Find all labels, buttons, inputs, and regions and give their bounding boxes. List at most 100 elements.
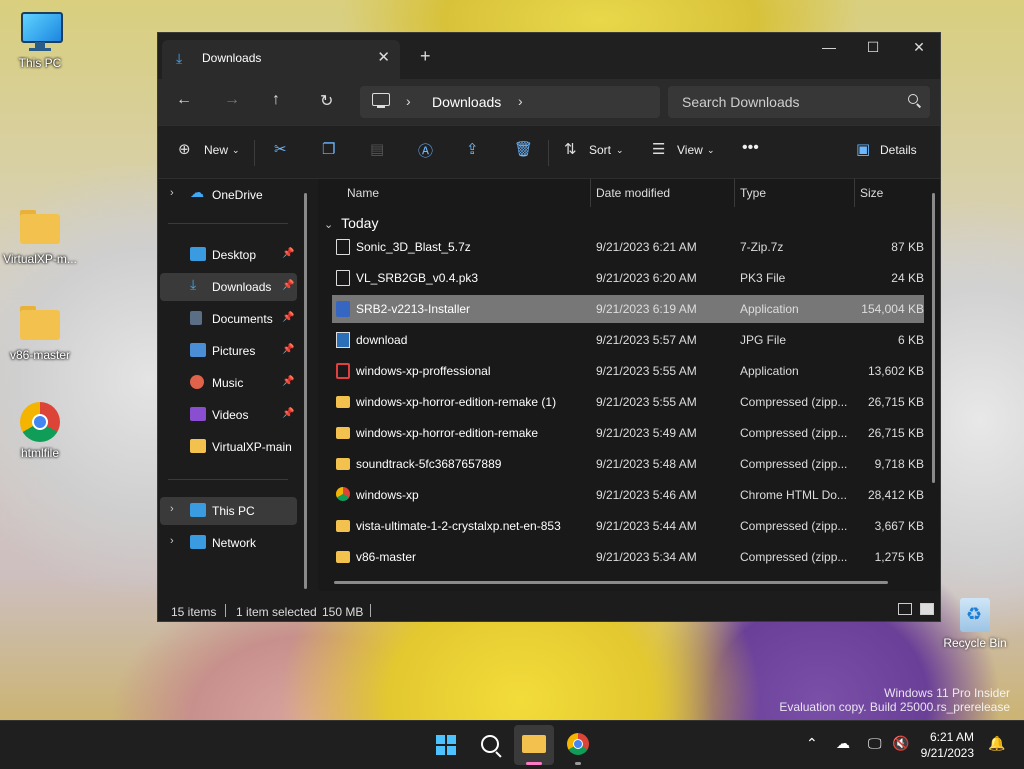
minimize-button[interactable]: — bbox=[806, 39, 852, 55]
table-row[interactable]: Sonic_3D_Blast_5.7z 9/21/2023 6:21 AM 7-… bbox=[332, 233, 924, 261]
sort-button[interactable]: Sort bbox=[589, 143, 611, 157]
file-name: windows-xp-proffessional bbox=[356, 364, 491, 378]
new-button[interactable]: New bbox=[204, 143, 228, 157]
address-bar[interactable]: › Downloads › bbox=[360, 86, 660, 118]
file-list-horizontal-scrollbar[interactable] bbox=[334, 581, 888, 584]
desktop-icon-label: This PC bbox=[18, 56, 62, 70]
refresh-button[interactable]: ↻ bbox=[320, 91, 333, 111]
divider bbox=[590, 179, 591, 207]
chevron-right-icon[interactable]: › bbox=[170, 187, 174, 199]
file-type: Compressed (zipp... bbox=[740, 550, 848, 564]
nav-item-virtualxp-main[interactable]: VirtualXP-main bbox=[160, 433, 297, 461]
notification-bell-icon[interactable]: 🔔 bbox=[988, 735, 1005, 752]
forward-button[interactable]: → bbox=[224, 91, 240, 109]
nav-item-music[interactable]: Music 📌 bbox=[160, 369, 297, 397]
desktop-icon-v86-master[interactable]: v86-master bbox=[0, 302, 80, 362]
pin-icon[interactable]: 📌 bbox=[282, 376, 294, 387]
table-row[interactable]: windows-xp-proffessional 9/21/2023 5:55 … bbox=[332, 357, 924, 385]
cut-icon[interactable]: ✂ bbox=[274, 140, 287, 158]
taskbar-chrome[interactable] bbox=[558, 725, 598, 765]
sort-icon: ⇅ bbox=[564, 141, 577, 158]
pin-icon[interactable]: 📌 bbox=[282, 344, 294, 355]
close-window-button[interactable]: ✕ bbox=[896, 39, 942, 56]
chevron-right-icon[interactable]: › bbox=[518, 93, 523, 109]
delete-icon[interactable]: 🗑 bbox=[514, 140, 533, 158]
clock-date: 9/21/2023 bbox=[920, 746, 974, 760]
search-input[interactable]: Search Downloads bbox=[668, 86, 930, 118]
pin-icon[interactable]: 📌 bbox=[282, 280, 294, 291]
details-view-icon[interactable] bbox=[898, 603, 912, 615]
file-date: 9/21/2023 6:21 AM bbox=[596, 240, 697, 254]
group-header-today[interactable]: ⌄ Today bbox=[324, 215, 378, 231]
plus-circle-icon: ⊕ bbox=[178, 141, 191, 158]
rename-icon[interactable]: Ⓐ bbox=[418, 140, 433, 161]
chevron-right-icon[interactable]: › bbox=[406, 93, 411, 109]
file-list-vertical-scrollbar[interactable] bbox=[932, 193, 935, 483]
table-row[interactable]: v86-master 9/21/2023 5:34 AM Compressed … bbox=[332, 543, 924, 571]
view-button[interactable]: View bbox=[677, 143, 703, 157]
details-button[interactable]: Details bbox=[880, 143, 917, 157]
clock[interactable]: 6:21 AM 9/21/2023 bbox=[921, 729, 974, 761]
nav-item-this-pc[interactable]: › This PC bbox=[160, 497, 297, 525]
divider bbox=[225, 604, 226, 617]
desktop-icon-label: v86-master bbox=[9, 348, 71, 362]
table-row-selected[interactable]: SRB2-v2213-Installer 9/21/2023 6:19 AM A… bbox=[332, 295, 924, 323]
pin-icon[interactable]: 📌 bbox=[282, 408, 294, 419]
nav-item-network[interactable]: › Network bbox=[160, 529, 297, 557]
column-header-type[interactable]: Type bbox=[740, 186, 766, 200]
search-icon bbox=[481, 735, 499, 753]
file-name: v86-master bbox=[356, 550, 417, 564]
nav-item-downloads[interactable]: ⤓ Downloads 📌 bbox=[160, 273, 297, 301]
close-tab-icon[interactable]: ✕ bbox=[377, 48, 390, 66]
chevron-up-icon[interactable]: ⌃ bbox=[806, 735, 818, 752]
table-row[interactable]: soundtrack-5fc3687657889 9/21/2023 5:48 … bbox=[332, 450, 924, 478]
nav-item-onedrive[interactable]: › ☁ OneDrive bbox=[160, 181, 297, 209]
table-row[interactable]: download 9/21/2023 5:57 AM JPG File 6 KB bbox=[332, 326, 924, 354]
volume-muted-icon[interactable]: 🔇 bbox=[892, 735, 909, 752]
more-options-icon[interactable]: ••• bbox=[742, 139, 759, 157]
column-header-size[interactable]: Size bbox=[860, 186, 883, 200]
maximize-button[interactable]: ☐ bbox=[850, 39, 896, 56]
divider bbox=[168, 223, 288, 224]
breadcrumb-downloads[interactable]: Downloads bbox=[432, 94, 501, 110]
pin-icon[interactable]: 📌 bbox=[282, 248, 294, 259]
share-icon[interactable]: ⇪ bbox=[466, 140, 479, 158]
desktop-icon-recycle-bin[interactable]: Recycle Bin bbox=[942, 598, 1008, 650]
start-button[interactable] bbox=[426, 725, 466, 765]
table-row[interactable]: windows-xp-horror-edition-remake (1) 9/2… bbox=[332, 388, 924, 416]
file-name: windows-xp-horror-edition-remake (1) bbox=[356, 395, 557, 409]
desktop-icon-htmlfile[interactable]: htmlfile bbox=[0, 400, 80, 460]
taskbar-file-explorer[interactable] bbox=[514, 725, 554, 765]
column-header-name[interactable]: Name bbox=[347, 186, 379, 200]
taskbar-search-button[interactable] bbox=[470, 725, 510, 765]
desktop-icon-this-pc[interactable]: This PC bbox=[0, 10, 80, 70]
desktop-icon-virtualxp[interactable]: VirtualXP-m... bbox=[0, 206, 80, 266]
table-row[interactable]: VL_SRB2GB_v0.4.pk3 9/21/2023 6:20 AM PK3… bbox=[332, 264, 924, 292]
back-button[interactable]: ← bbox=[176, 91, 192, 109]
nav-pane-scrollbar[interactable] bbox=[304, 193, 307, 589]
paste-icon[interactable]: ▤ bbox=[370, 140, 384, 158]
chevron-right-icon[interactable]: › bbox=[170, 535, 174, 547]
copy-icon[interactable]: ❐ bbox=[322, 140, 335, 158]
network-icon[interactable]: 🖵 bbox=[868, 735, 882, 752]
nav-item-videos[interactable]: Videos 📌 bbox=[160, 401, 297, 429]
pin-icon[interactable]: 📌 bbox=[282, 312, 294, 323]
zip-folder-icon bbox=[336, 551, 350, 563]
table-row[interactable]: windows-xp-horror-edition-remake 9/21/20… bbox=[332, 419, 924, 447]
nav-item-pictures[interactable]: Pictures 📌 bbox=[160, 337, 297, 365]
table-row[interactable]: windows-xp 9/21/2023 5:46 AM Chrome HTML… bbox=[332, 481, 924, 509]
zip-folder-icon bbox=[336, 520, 350, 532]
tiles-view-icon[interactable] bbox=[920, 603, 934, 615]
search-placeholder: Search Downloads bbox=[682, 94, 800, 110]
table-row[interactable]: vista-ultimate-1-2-crystalxp.net-en-853 … bbox=[332, 512, 924, 540]
chevron-right-icon[interactable]: › bbox=[170, 503, 174, 515]
up-button[interactable]: ↑ bbox=[272, 91, 280, 109]
tab-downloads[interactable]: ⤓ Downloads ✕ bbox=[162, 40, 400, 79]
file-size: 26,715 KB bbox=[867, 426, 924, 440]
nav-item-desktop[interactable]: Desktop 📌 bbox=[160, 241, 297, 269]
nav-item-documents[interactable]: Documents 📌 bbox=[160, 305, 297, 333]
onedrive-icon[interactable]: ☁ bbox=[836, 735, 850, 752]
file-name: windows-xp-horror-edition-remake bbox=[356, 426, 539, 440]
column-header-date[interactable]: Date modified bbox=[596, 186, 670, 200]
new-tab-button[interactable]: + bbox=[420, 46, 431, 67]
